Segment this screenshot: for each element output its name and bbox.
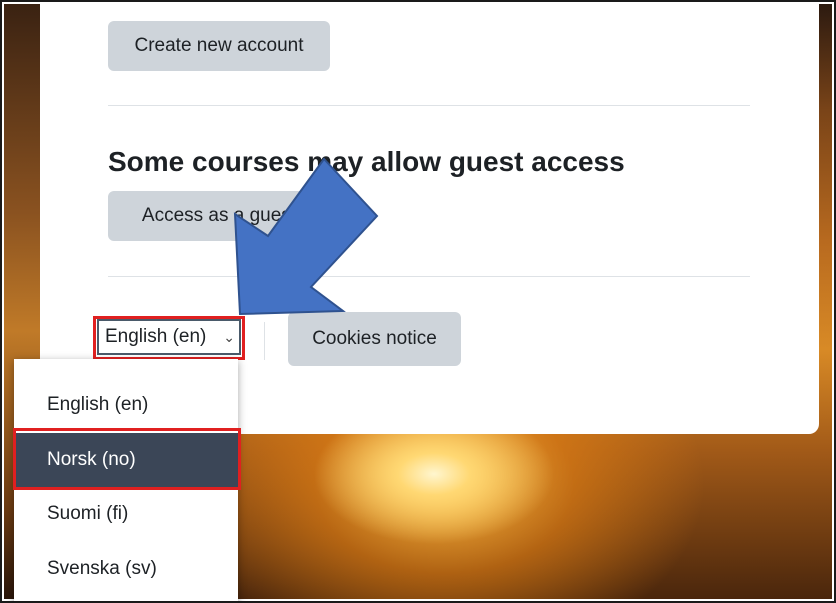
footer-separator: [264, 322, 265, 360]
create-account-button[interactable]: Create new account: [108, 21, 330, 71]
divider: [108, 276, 750, 277]
language-option-svenska[interactable]: Svenska (sv): [14, 542, 238, 596]
highlight-language-select: [93, 316, 245, 360]
language-option-suomi[interactable]: Suomi (fi): [14, 487, 238, 541]
screenshot-frame: Create new account Some courses may allo…: [0, 0, 836, 603]
guest-access-heading: Some courses may allow guest access: [108, 146, 625, 177]
guest-access-button[interactable]: Access as a guest: [108, 191, 330, 241]
language-option-english[interactable]: English (en): [14, 378, 238, 432]
cookies-notice-button[interactable]: Cookies notice: [288, 312, 461, 366]
divider: [108, 105, 750, 106]
highlight-norsk-option: [13, 428, 241, 490]
